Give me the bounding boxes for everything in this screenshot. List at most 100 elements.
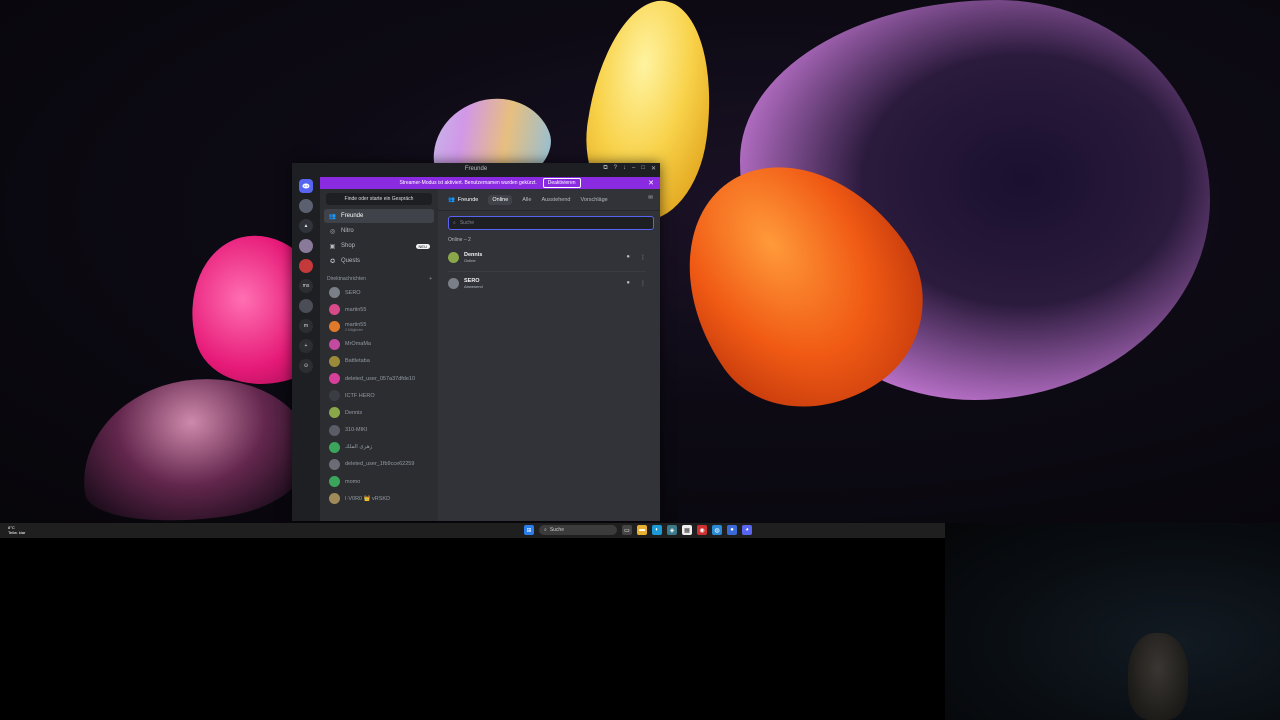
dm-text: زهرى الملك (345, 444, 372, 450)
dm-item[interactable]: ICTF HERO (324, 387, 434, 404)
friend-list: Dennis Online ● ⋮ SERO Abwesend ● ⋮ (438, 245, 660, 295)
webcam-overlay (945, 523, 1280, 720)
download-icon[interactable]: ↓ (623, 165, 626, 172)
dm-item[interactable]: momo (324, 473, 434, 490)
discord-icon[interactable]: ◕ (742, 525, 752, 535)
home-discord-icon[interactable] (299, 179, 313, 193)
close-icon[interactable]: ✕ (648, 179, 654, 187)
server-icon[interactable] (299, 199, 313, 213)
nav-label: Freunde (341, 213, 364, 219)
sidebar-item-shop[interactable]: ▣ Shop NEU (324, 239, 434, 253)
wallpaper-shape (71, 364, 319, 523)
file-explorer-icon[interactable]: ▬ (637, 525, 647, 535)
more-options-icon[interactable]: ⋮ (640, 280, 646, 287)
dm-item[interactable]: I·V0R0 👑 vRSKD (324, 490, 434, 507)
dm-text: I·V0R0 👑 vRSKD (345, 496, 390, 502)
sidebar-item-quests[interactable]: ✪ Quests (324, 254, 434, 268)
avatar (329, 424, 340, 436)
taskbar-search[interactable]: ⌕ Suche (539, 525, 617, 535)
avatar (448, 251, 459, 263)
dm-item[interactable]: deleted_user_1fb9cce62259 (324, 456, 434, 473)
inbox-icon[interactable]: ⧉ (603, 165, 607, 172)
avatar (448, 278, 459, 289)
weather-widget[interactable]: 8°C Teilw. klar (8, 525, 25, 535)
online-count: Online – 2 (448, 237, 471, 243)
nav-label: Nitro (341, 228, 354, 234)
dm-item[interactable]: زهرى الملك (324, 439, 434, 456)
search-input[interactable]: ⌕ Suche (448, 216, 654, 230)
tab-online[interactable]: Online (488, 194, 513, 205)
browser-icon[interactable]: ● (727, 525, 737, 535)
nitro-icon: ◎ (329, 228, 336, 235)
close-button[interactable]: ✕ (651, 165, 656, 172)
browser-icon[interactable]: ◍ (712, 525, 722, 535)
tab-all[interactable]: Alle (522, 197, 531, 203)
screen: Freunde ⧉ ? ↓ – □ ✕ Streamer-Modus ist a… (0, 0, 1280, 720)
dm-sidebar: Finde oder starte ein Gespräch 👥 Freunde… (320, 189, 438, 521)
new-group-dm-icon[interactable]: ✉ (648, 195, 653, 201)
dm-item[interactable]: Battletaba (324, 353, 434, 370)
avatar (329, 287, 340, 299)
dm-item[interactable]: deleted_user_057a37dfde10 (324, 370, 434, 387)
task-view-icon[interactable]: ▭ (622, 525, 632, 535)
dm-text: deleted_user_1fb9cce62259 (345, 461, 414, 467)
store-icon[interactable]: ▦ (682, 525, 692, 535)
sidebar-item-friends[interactable]: 👥 Freunde (324, 209, 434, 223)
friend-status: Abwesend (464, 284, 483, 289)
friend-row[interactable]: Dennis Online ● ⋮ (448, 245, 646, 269)
add-dm-icon[interactable]: + (429, 276, 432, 282)
avatar (329, 407, 340, 419)
banner-text: Streamer-Modus ist aktiviert. Benutzerna… (399, 180, 537, 186)
dm-header-label: Direktnachrichten (327, 276, 366, 282)
webcam-person (1128, 633, 1188, 720)
server-icon[interactable] (299, 299, 313, 313)
nav-label: Shop (341, 243, 356, 249)
dm-item[interactable]: 310-MIKI (324, 422, 434, 439)
find-conversation-button[interactable]: Finde oder starte ein Gespräch (326, 193, 432, 205)
edge-icon[interactable]: ◐ (652, 525, 662, 535)
dm-text: 310-MIKI (345, 427, 367, 433)
start-button-icon[interactable]: ⊞ (524, 525, 534, 535)
weather-desc: Teilw. klar (8, 530, 26, 535)
friend-row[interactable]: SERO Abwesend ● ⋮ (448, 271, 646, 295)
friends-heading-label: Freunde (457, 196, 479, 203)
dm-item[interactable]: Dennis (324, 404, 434, 421)
dm-text: deleted_user_057a37dfde10 (345, 376, 415, 382)
explore-icon[interactable]: ⊙ (299, 359, 313, 373)
minimize-button[interactable]: – (632, 165, 635, 172)
dm-text: ICTF HERO (345, 393, 375, 399)
add-server-icon[interactable]: + (299, 339, 313, 353)
dm-name: Dennis (345, 409, 363, 416)
sidebar-item-nitro[interactable]: ◎ Nitro (324, 224, 434, 238)
dm-name: deleted_user_057a37dfde10 (345, 375, 416, 382)
friends-icon: 👥 (448, 196, 455, 203)
server-icon[interactable]: m (299, 319, 313, 333)
more-options-icon[interactable]: ⋮ (640, 254, 646, 261)
dm-item[interactable]: MrOmaMa (324, 336, 434, 353)
deactivate-button[interactable]: Deaktivieren (542, 178, 581, 188)
server-icon[interactable] (299, 239, 313, 253)
tab-pending[interactable]: Ausstehend (541, 197, 570, 203)
app-icon[interactable]: ◈ (667, 525, 677, 535)
maximize-button[interactable]: □ (641, 165, 645, 172)
help-icon[interactable]: ? (614, 165, 617, 172)
dm-text: Battletaba (345, 358, 370, 364)
avatar (329, 441, 340, 453)
server-list: ▲ ms m + ⊙ (292, 177, 320, 521)
tab-suggestions[interactable]: Vorschläge (581, 197, 608, 203)
dm-text: momo (345, 479, 360, 485)
dm-item[interactable]: martin55 (324, 301, 434, 318)
avatar (329, 476, 340, 488)
server-icon[interactable]: ms (299, 279, 313, 293)
dm-text: MrOmaMa (345, 341, 371, 347)
message-icon[interactable]: ● (626, 254, 630, 261)
app-icon[interactable]: ◉ (697, 525, 707, 535)
friend-text: SERO Abwesend (464, 278, 483, 289)
message-icon[interactable]: ● (626, 280, 630, 287)
friend-actions: ● ⋮ (626, 254, 646, 261)
dm-item[interactable]: martin55 2 Mitglieder (324, 318, 434, 335)
server-icon[interactable]: ▲ (299, 219, 313, 233)
friend-status: Online (464, 257, 476, 263)
server-icon[interactable] (299, 259, 313, 273)
dm-item[interactable]: SERO (324, 284, 434, 301)
